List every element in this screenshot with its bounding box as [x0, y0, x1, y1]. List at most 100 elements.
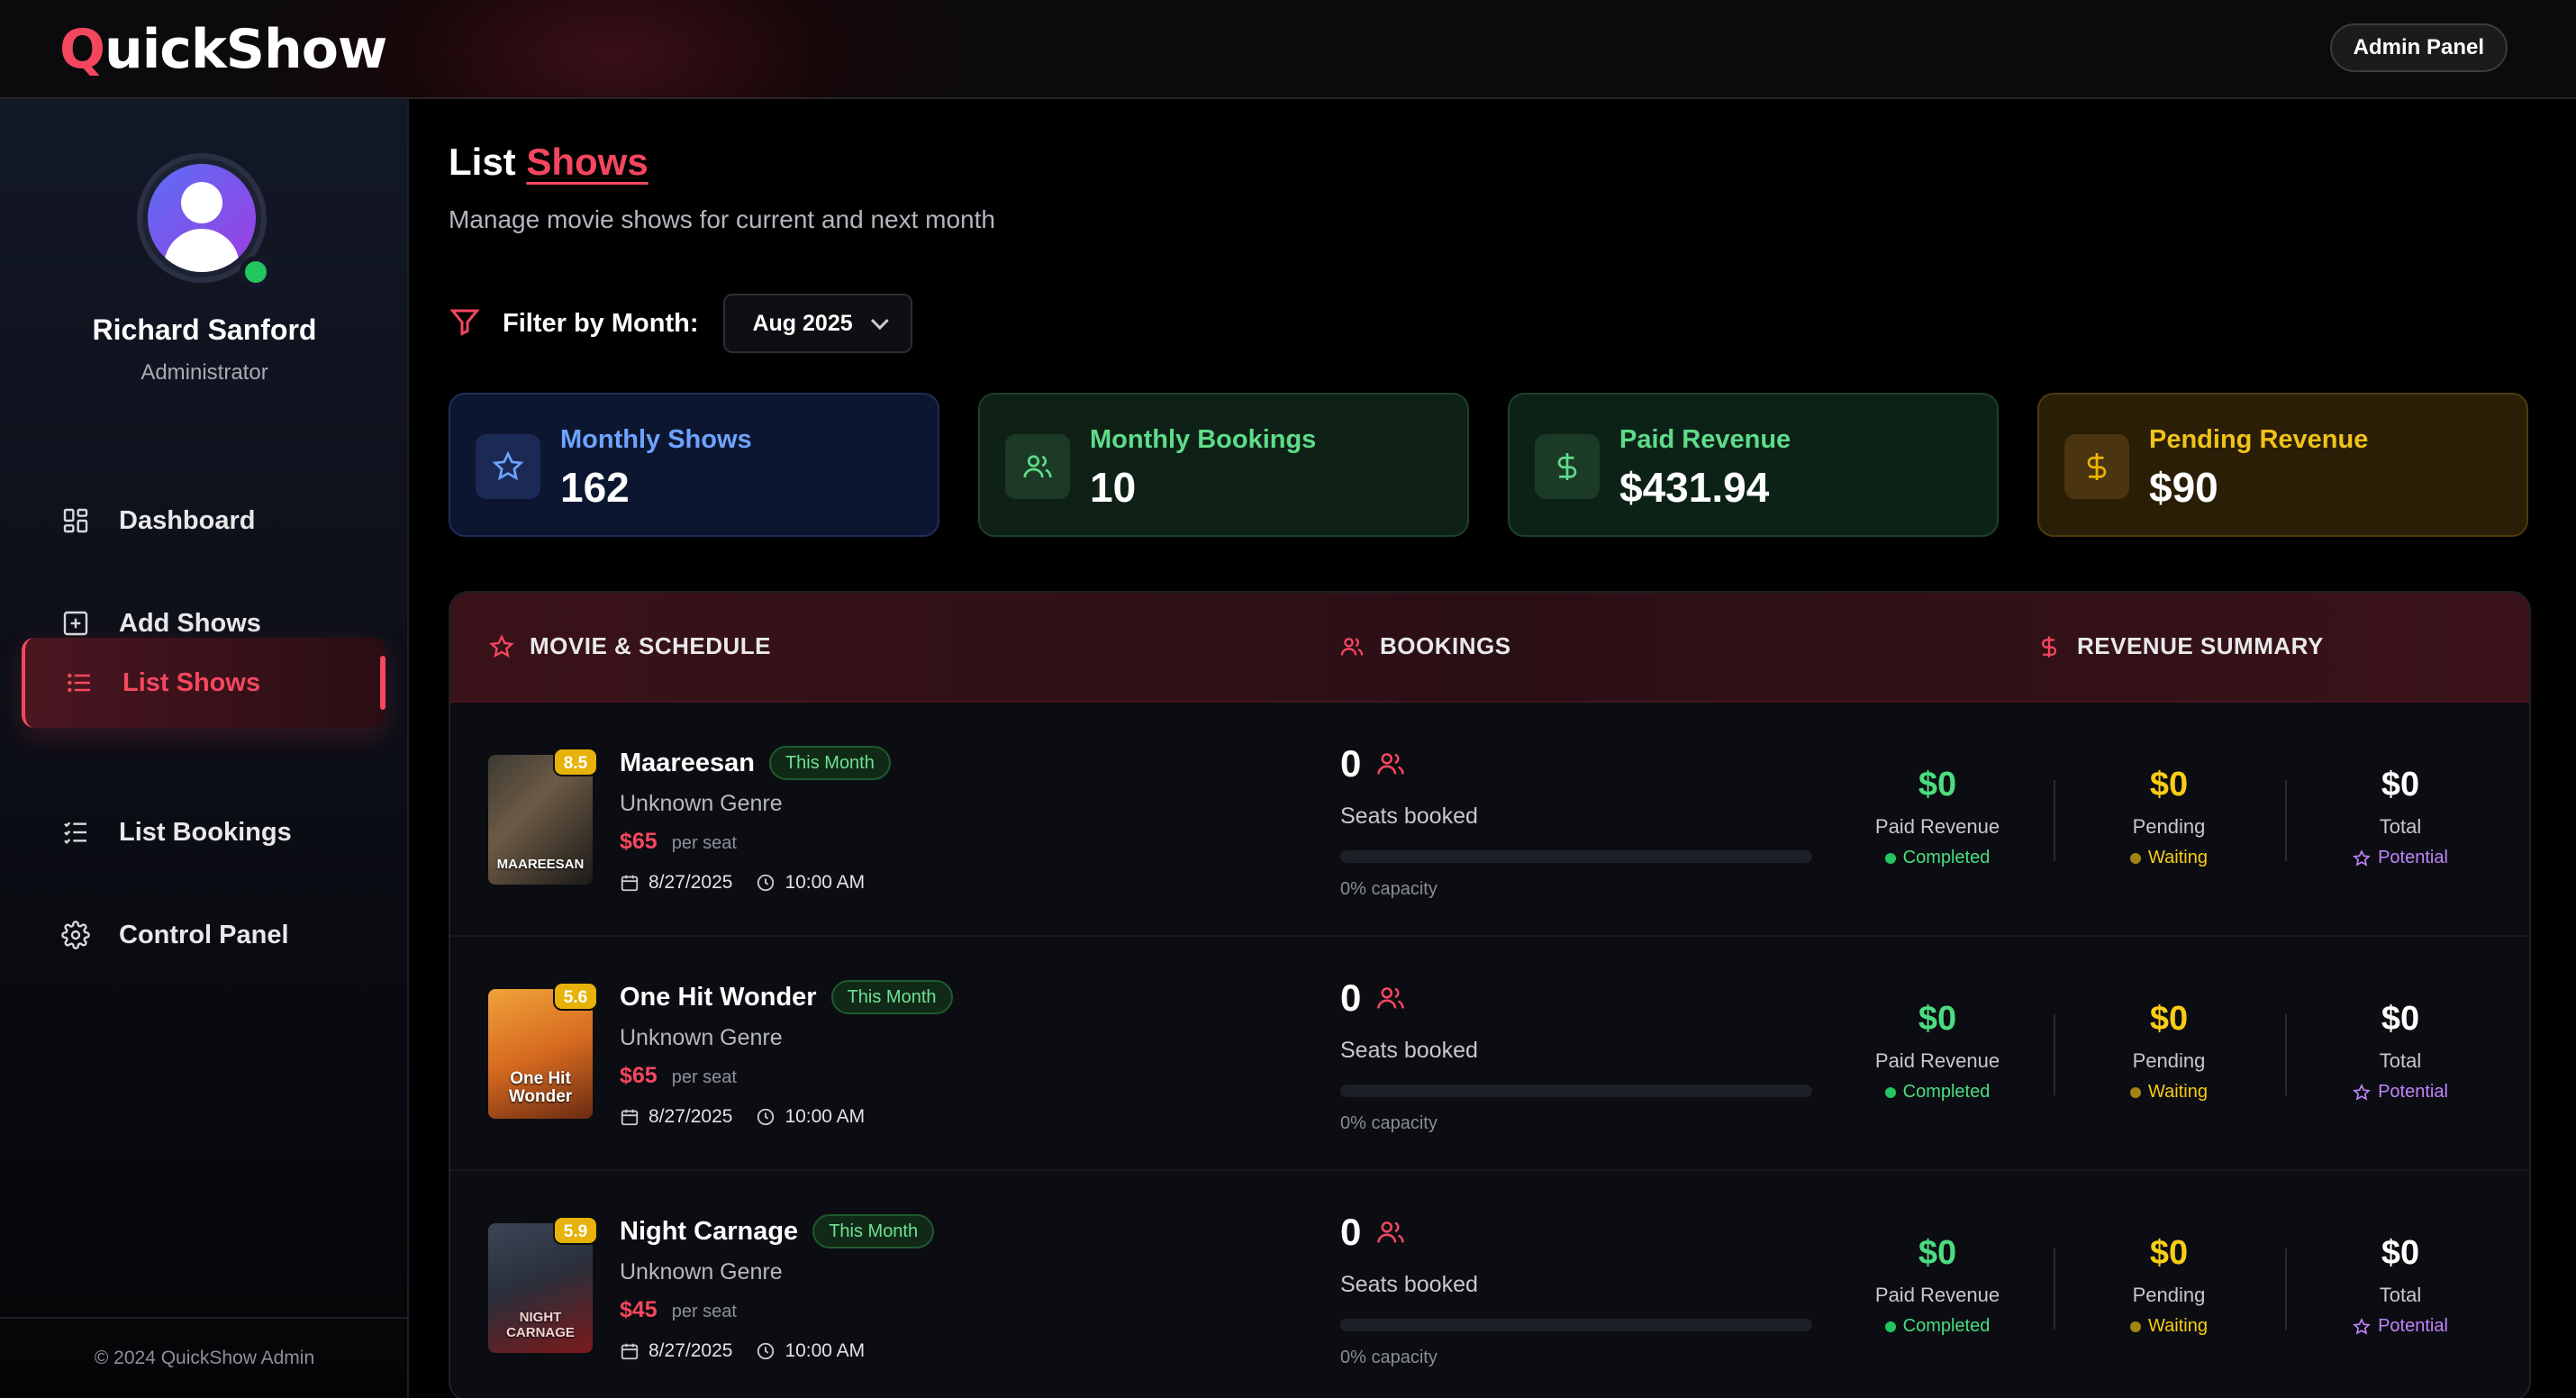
table-row[interactable]: NIGHT CARNAGE 5.9 Night Carnage This Mont… — [450, 1171, 2529, 1398]
status-dot-icon — [1884, 852, 1896, 864]
pending-status: Waiting — [2065, 848, 2272, 868]
sidebar-item-label: Dashboard — [119, 505, 256, 535]
price-value: $45 — [620, 1297, 658, 1322]
show-time: 10:00 AM — [785, 1340, 866, 1361]
movie-title-text: Night Carnage — [620, 1216, 799, 1246]
capacity-bar — [1340, 1085, 1812, 1097]
total-revenue-amount: $0 — [2381, 766, 2420, 803]
total-revenue: $0 Total Potential — [2297, 1234, 2504, 1337]
calendar-icon — [620, 1341, 639, 1361]
stat-value: 162 — [560, 464, 630, 511]
sidebar-footer: © 2024 QuickShow Admin — [0, 1317, 409, 1398]
pending-revenue-label: Pending — [2132, 1049, 2206, 1072]
checklist-icon — [59, 816, 92, 849]
users-icon — [1375, 983, 1406, 1013]
app-logo[interactable]: QuickShow — [59, 18, 387, 81]
stat-value: $431.94 — [1619, 464, 1770, 511]
user-avatar-icon — [148, 164, 256, 272]
total-status-text: Potential — [2378, 848, 2448, 867]
poster-title: One Hit Wonder — [508, 1069, 573, 1106]
column-header-revenue: REVENUE SUMMARY — [2036, 632, 2324, 660]
booking-label: Seats booked — [1340, 1272, 1478, 1297]
stat-label: Paid Revenue — [1619, 425, 1791, 454]
divider — [2054, 1248, 2055, 1330]
sidebar-item-list-bookings[interactable]: List Bookings — [22, 787, 385, 877]
month-select[interactable]: Aug 2025 — [723, 294, 912, 353]
sidebar-item-label: Add Shows — [119, 608, 261, 638]
table-row[interactable]: MAAREESAN 8.5 Maareesan This Month Unknow… — [450, 703, 2529, 937]
divider — [2285, 1014, 2287, 1095]
pending-status-text: Waiting — [2148, 1082, 2208, 1102]
dollar-icon — [2036, 633, 2063, 660]
pending-status-text: Waiting — [2148, 848, 2208, 867]
total-revenue: $0 Total Potential — [2297, 1000, 2504, 1103]
pending-revenue-amount: $0 — [2149, 766, 2189, 803]
divider — [2054, 1014, 2055, 1095]
pending-revenue: $0 Pending Waiting — [2065, 766, 2272, 868]
filter-label: Filter by Month: — [503, 308, 699, 338]
movie-title: One Hit Wonder This Month — [620, 980, 953, 1014]
this-month-badge: This Month — [830, 980, 953, 1014]
logo-text: uickShow — [104, 18, 387, 81]
pending-status-text: Waiting — [2148, 1316, 2208, 1336]
page-title-plain: List — [449, 141, 516, 183]
movie-price: $65 per seat — [620, 1063, 737, 1089]
poster-title: MAAREESAN — [496, 857, 585, 872]
paid-revenue-amount: $0 — [1918, 1234, 1957, 1272]
user-role: Administrator — [141, 360, 268, 385]
total-status: Potential — [2297, 1082, 2504, 1103]
booking-count-value: 0 — [1340, 742, 1362, 785]
total-status-text: Potential — [2378, 1082, 2448, 1102]
total-revenue-label: Total — [2379, 1284, 2422, 1306]
movie-title-text: One Hit Wonder — [620, 982, 817, 1012]
price-unit: per seat — [671, 833, 737, 853]
movie-genre: Unknown Genre — [620, 1025, 783, 1050]
total-status: Potential — [2297, 1316, 2504, 1337]
price-value: $65 — [620, 1063, 658, 1088]
pending-status: Waiting — [2065, 1082, 2272, 1103]
column-header-label: MOVIE & SCHEDULE — [530, 632, 772, 659]
shows-table: MOVIE & SCHEDULE BOOKINGS REVENUE SUMMAR… — [449, 591, 2531, 1398]
paid-status: Completed — [1834, 848, 2041, 868]
movie-title-text: Maareesan — [620, 748, 755, 777]
avatar[interactable] — [137, 153, 272, 288]
rating-badge: 5.6 — [553, 982, 598, 1011]
clock-icon — [756, 873, 776, 893]
total-status-text: Potential — [2378, 1316, 2448, 1336]
capacity-bar — [1340, 850, 1812, 863]
booking-count: 0 — [1340, 1211, 1406, 1254]
paid-revenue: $0 Paid Revenue Completed — [1834, 1000, 2041, 1103]
star-icon — [488, 633, 515, 660]
stat-label: Pending Revenue — [2149, 425, 2369, 454]
movie-price: $65 per seat — [620, 829, 737, 855]
divider — [2285, 780, 2287, 861]
star-icon — [2353, 1317, 2371, 1336]
movie-genre: Unknown Genre — [620, 1259, 783, 1285]
plus-square-icon — [59, 607, 92, 640]
table-header: MOVIE & SCHEDULE BOOKINGS REVENUE SUMMAR… — [450, 593, 2529, 703]
pending-revenue: $0 Pending Waiting — [2065, 1000, 2272, 1103]
clock-icon — [756, 1341, 776, 1361]
admin-panel-button[interactable]: Admin Panel — [2329, 23, 2508, 72]
status-dot-icon — [2130, 1321, 2142, 1332]
chevron-down-icon — [870, 312, 889, 331]
sidebar-item-dashboard[interactable]: Dashboard — [22, 476, 385, 566]
month-select-value: Aug 2025 — [752, 310, 853, 336]
pending-status: Waiting — [2065, 1316, 2272, 1337]
main-content: List Shows Manage movie shows for curren… — [409, 99, 2576, 1398]
this-month-badge: This Month — [812, 1214, 935, 1248]
paid-status-text: Completed — [1902, 1082, 1991, 1102]
users-icon — [1005, 434, 1070, 499]
sidebar-item-control-panel[interactable]: Control Panel — [22, 890, 385, 980]
sidebar-item-list-shows[interactable]: List Shows — [22, 638, 385, 728]
table-row[interactable]: One Hit Wonder 5.6 One Hit Wonder This Mo… — [450, 937, 2529, 1171]
stat-card-pending-revenue: Pending Revenue $90 — [2037, 393, 2528, 537]
movie-price: $45 per seat — [620, 1297, 737, 1323]
movie-title: Maareesan This Month — [620, 746, 891, 780]
pending-revenue-amount: $0 — [2149, 1000, 2189, 1038]
booking-label: Seats booked — [1340, 803, 1478, 829]
poster-title: NIGHT CARNAGE — [506, 1310, 575, 1340]
calendar-icon — [620, 1107, 639, 1127]
paid-revenue: $0 Paid Revenue Completed — [1834, 1234, 2041, 1337]
show-schedule: 8/27/2025 10:00 AM — [620, 1340, 865, 1362]
